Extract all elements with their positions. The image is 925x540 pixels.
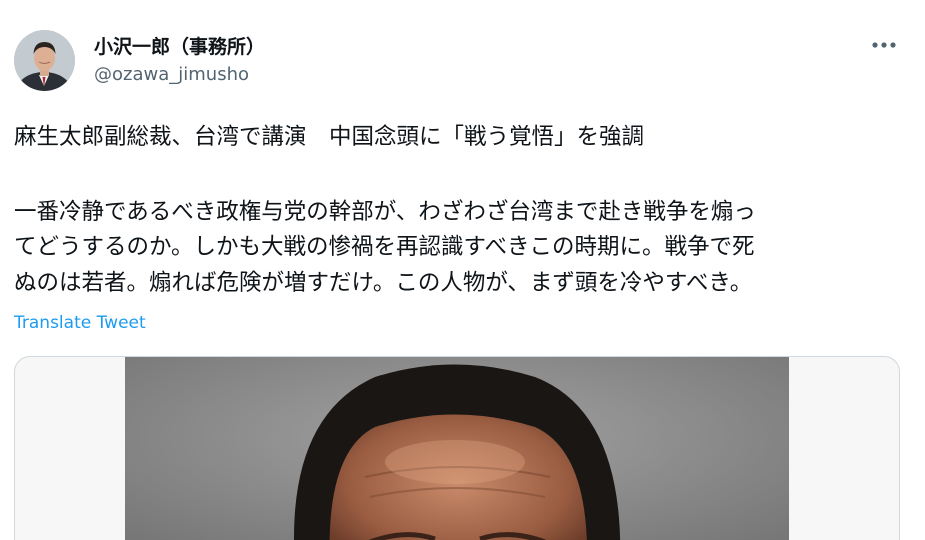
more-horizontal-icon <box>872 42 896 48</box>
photo-image <box>125 357 789 540</box>
tweet: 小沢一郎（事務所） @ozawa_jimusho 麻生太郎副総裁、台湾で講演 中… <box>0 0 925 540</box>
tweet-body-line: てどうするのか。しかも大戦の惨禍を再認識すべきこの時期に。戦争で死 <box>14 234 755 260</box>
media-card[interactable] <box>14 356 900 540</box>
translate-tweet-link[interactable]: Translate Tweet <box>14 313 146 333</box>
tweet-body-line: ぬのは若者。煽れば危険が増すだけ。この人物が、まず頭を冷やすべき。 <box>14 270 753 296</box>
tweet-body-line: 一番冷静であるべき政権与党の幹部が、わざわざ台湾まで赴き戦争を煽っ <box>14 199 756 225</box>
media-photo[interactable] <box>125 357 789 540</box>
author-handle[interactable]: @ozawa_jimusho <box>94 64 249 85</box>
more-options-button[interactable] <box>864 30 904 60</box>
avatar-photo <box>14 30 75 91</box>
tweet-headline: 麻生太郎副総裁、台湾で講演 中国念頭に「戦う覚悟」を強調 <box>14 124 645 150</box>
avatar[interactable] <box>14 30 75 91</box>
author-display-name[interactable]: 小沢一郎（事務所） <box>94 32 265 59</box>
